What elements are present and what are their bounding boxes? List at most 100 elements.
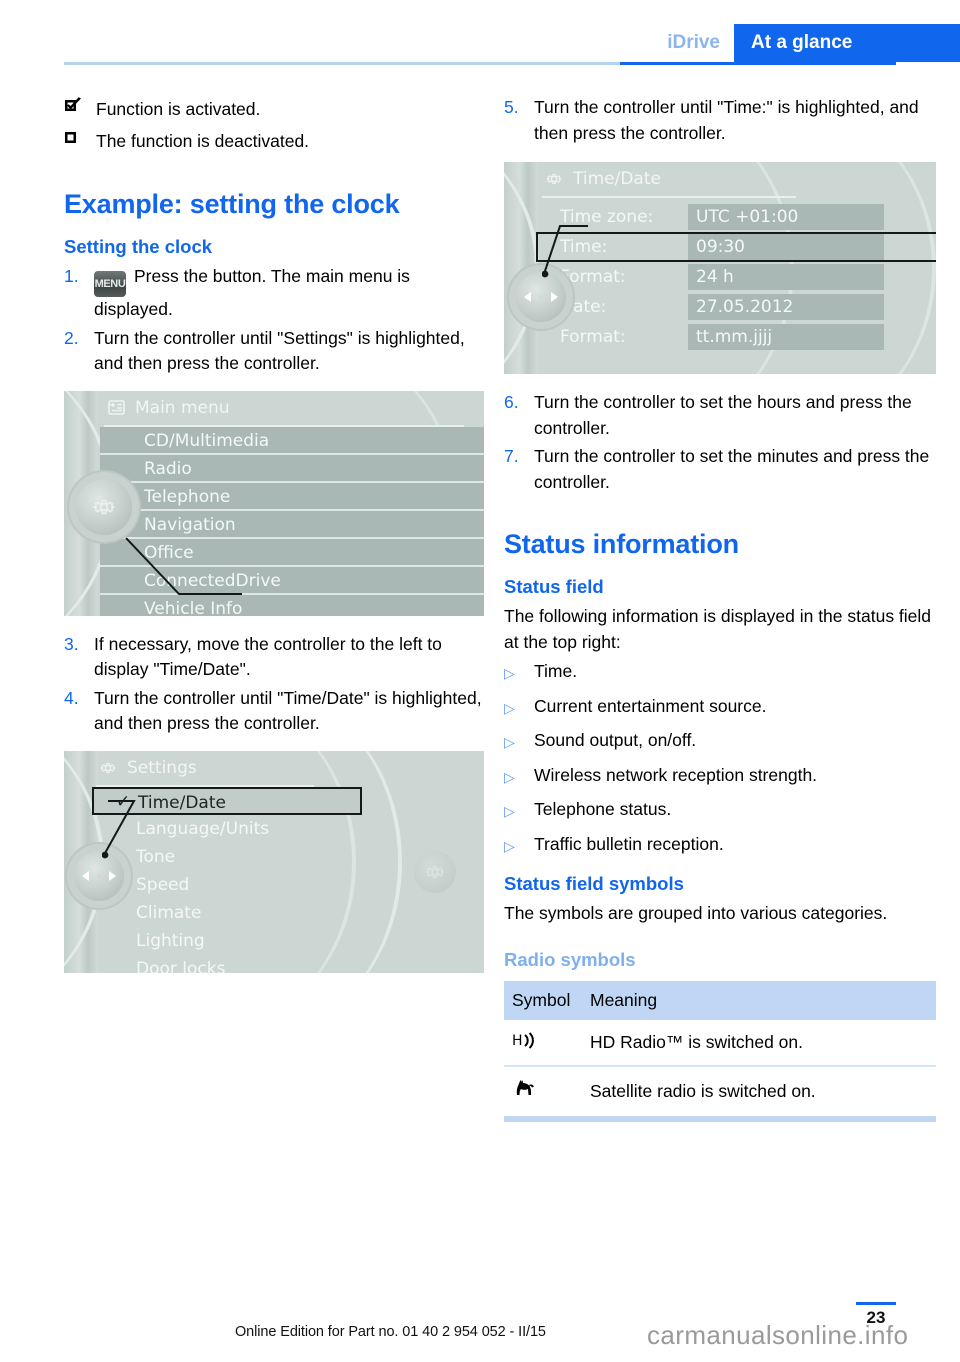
screen-title-row: Main menu <box>100 391 484 425</box>
bullet-time: ▷ Time. <box>504 659 936 687</box>
callout-leader-line <box>125 536 242 595</box>
step-1-text: Press the button. The main menu is displ… <box>94 266 410 319</box>
step-7: 7. Turn the controller to set the minute… <box>504 444 936 495</box>
bullet-sound-output: ▷ Sound output, on/off. <box>504 728 936 756</box>
step-6: 6. Turn the controller to set the hours … <box>504 390 936 441</box>
bullet-sound-output-text: Sound output, on/off. <box>534 730 697 750</box>
satellite-radio-dog-icon <box>504 1065 582 1122</box>
bullet-entertainment-source-text: Current entertainment source. <box>534 695 767 716</box>
legend-item-deactivated: The function is deactivated. <box>64 127 484 155</box>
footer-edition-text: Online Edition for Part no. 01 40 2 954 … <box>235 1324 546 1340</box>
table-row: H HD Radio™ is switched on. <box>504 1019 936 1067</box>
settings-item-door-locks[interactable]: Door locks <box>92 955 484 973</box>
bullet-traffic-bulletin: ▷ Traffic bulletin reception. <box>504 832 936 860</box>
field-date-format-label: Format: <box>560 327 626 347</box>
gear-icon <box>544 170 564 188</box>
breadcrumb-idrive: iDrive <box>667 32 720 53</box>
step-2: 2. Turn the controller until "Settings" … <box>64 326 484 377</box>
field-time-zone-value: UTC +01:00 <box>688 204 884 230</box>
step-1-body: MENU Press the button. The main menu is d… <box>94 264 484 323</box>
subheading-setting-the-clock: Setting the clock <box>64 236 213 257</box>
watermark: carmanualsonline.info <box>647 1320 909 1350</box>
step-6-text: Turn the controller to set the hours and… <box>534 392 912 438</box>
field-time-value: 09:30 <box>688 234 884 260</box>
status-symbols-paragraph: The symbols are grouped into various cat… <box>504 903 888 923</box>
legend-item-activated: Function is activated. <box>64 95 484 123</box>
menu-button-icon: MENU <box>94 271 126 297</box>
gear-icon <box>92 499 116 514</box>
callout-leader-line <box>102 799 136 858</box>
breadcrumb: iDrive At a glance <box>657 24 960 62</box>
page-number-rule <box>856 1302 896 1305</box>
field-date[interactable]: Date: 27.05.2012 <box>538 294 936 320</box>
step-7-number: 7. <box>504 446 519 466</box>
bullet-traffic-bulletin-text: Traffic bulletin reception. <box>534 833 724 854</box>
menu-item-navigation[interactable]: Navigation <box>100 510 484 539</box>
step-1: 1. MENU Press the button. The main menu i… <box>64 264 484 323</box>
right-column: 5. Turn the controller until "Time:" is … <box>504 95 936 1122</box>
triangle-bullet-icon: ▷ <box>504 803 515 819</box>
header-rule-accent <box>620 62 896 65</box>
table-header-row: Symbol Meaning <box>504 980 936 1020</box>
secondary-knob-gear <box>414 850 456 893</box>
subheading-status-field: Status field <box>504 576 604 597</box>
step-3-text: If necessary, move the controller to the… <box>94 633 442 680</box>
controller-knob-gear <box>76 478 132 535</box>
bullet-time-text: Time. <box>534 661 578 681</box>
triangle-bullet-icon: ▷ <box>504 768 515 785</box>
hd-radio-icon: H <box>504 1019 582 1067</box>
step-1-number: 1. <box>64 266 79 286</box>
step-4-number: 4. <box>64 687 79 708</box>
gear-icon <box>98 759 118 777</box>
main-menu-screenshot: Main menu CD/Multimedia Radio Telephone … <box>64 390 484 616</box>
list-menu-icon <box>106 399 126 417</box>
manual-page: iDrive At a glance Function is activated… <box>0 0 960 1362</box>
step-4-text: Turn the controller until "Time/Date" is… <box>94 687 482 734</box>
page-header: iDrive At a glance <box>0 0 960 66</box>
settings-screenshot: Settings ✓ Time/Date Language/Units Tone… <box>64 750 484 973</box>
svg-text:H: H <box>512 1033 523 1049</box>
step-5-number: 5. <box>504 97 519 117</box>
field-time-format-value: 24 h <box>688 264 884 290</box>
menu-item-telephone[interactable]: Telephone <box>100 482 484 511</box>
screen-title-row: Settings <box>92 751 484 785</box>
left-right-arrows-icon <box>82 870 116 881</box>
subheading-status-field-symbols: Status field symbols <box>504 873 684 894</box>
callout-leader-line <box>542 225 588 278</box>
settings-item-lighting[interactable]: Lighting <box>92 927 484 955</box>
triangle-bullet-icon: ▷ <box>504 837 515 854</box>
triangle-bullet-icon: ▷ <box>504 665 515 681</box>
step-4: 4. Turn the controller until "Time/Date"… <box>64 686 484 737</box>
step-3: 3. If necessary, move the controller to … <box>64 632 484 683</box>
radio-symbols-table: Symbol Meaning H HD Radio™ is switched o… <box>504 980 936 1122</box>
triangle-bullet-icon: ▷ <box>504 734 515 750</box>
step-2-number: 2. <box>64 327 79 348</box>
bullet-entertainment-source: ▷ Current entertainment source. <box>504 694 936 722</box>
section-heading-status-information: Status information <box>504 529 739 559</box>
step-3-number: 3. <box>64 633 79 654</box>
table-row: Satellite radio is switched on. <box>504 1065 936 1122</box>
field-date-format-value: tt.mm.jjjj <box>688 324 884 350</box>
field-date-format[interactable]: Format: tt.mm.jjjj <box>538 324 936 350</box>
left-column: Function is activated. The function is d… <box>64 95 484 989</box>
subheading-radio-symbols: Radio symbols <box>504 948 636 970</box>
breadcrumb-section: At a glance <box>734 24 960 62</box>
table-cell-meaning: Satellite radio is switched on. <box>582 1065 936 1122</box>
field-date-value: 27.05.2012 <box>688 294 884 320</box>
bullet-wireless-reception: ▷ Wireless network reception strength. <box>504 763 936 791</box>
gear-icon <box>425 865 445 878</box>
menu-item-radio[interactable]: Radio <box>100 454 484 483</box>
status-field-paragraph: The following information is displayed i… <box>504 606 932 652</box>
screen-title-text: Time/Date <box>573 169 661 189</box>
settings-item-climate[interactable]: Climate <box>92 899 484 927</box>
bullet-wireless-reception-text: Wireless network reception strength. <box>534 764 818 785</box>
legend-text-deactivated: The function is deactivated. <box>96 131 310 151</box>
step-5-text: Turn the controller until "Time:" is hig… <box>534 97 919 143</box>
time-date-screenshot: Time/Date Time zone: UTC +01:00 Time: 09… <box>504 162 936 374</box>
screen-bezel-left <box>504 162 538 374</box>
step-2-text: Turn the controller until "Settings" is … <box>94 327 465 374</box>
column-header-symbol: Symbol <box>504 980 582 1020</box>
menu-item-cd-multimedia[interactable]: CD/Multimedia <box>100 426 484 455</box>
section-heading-example: Example: setting the clock <box>64 189 400 219</box>
table-cell-meaning: HD Radio™ is switched on. <box>582 1019 936 1067</box>
